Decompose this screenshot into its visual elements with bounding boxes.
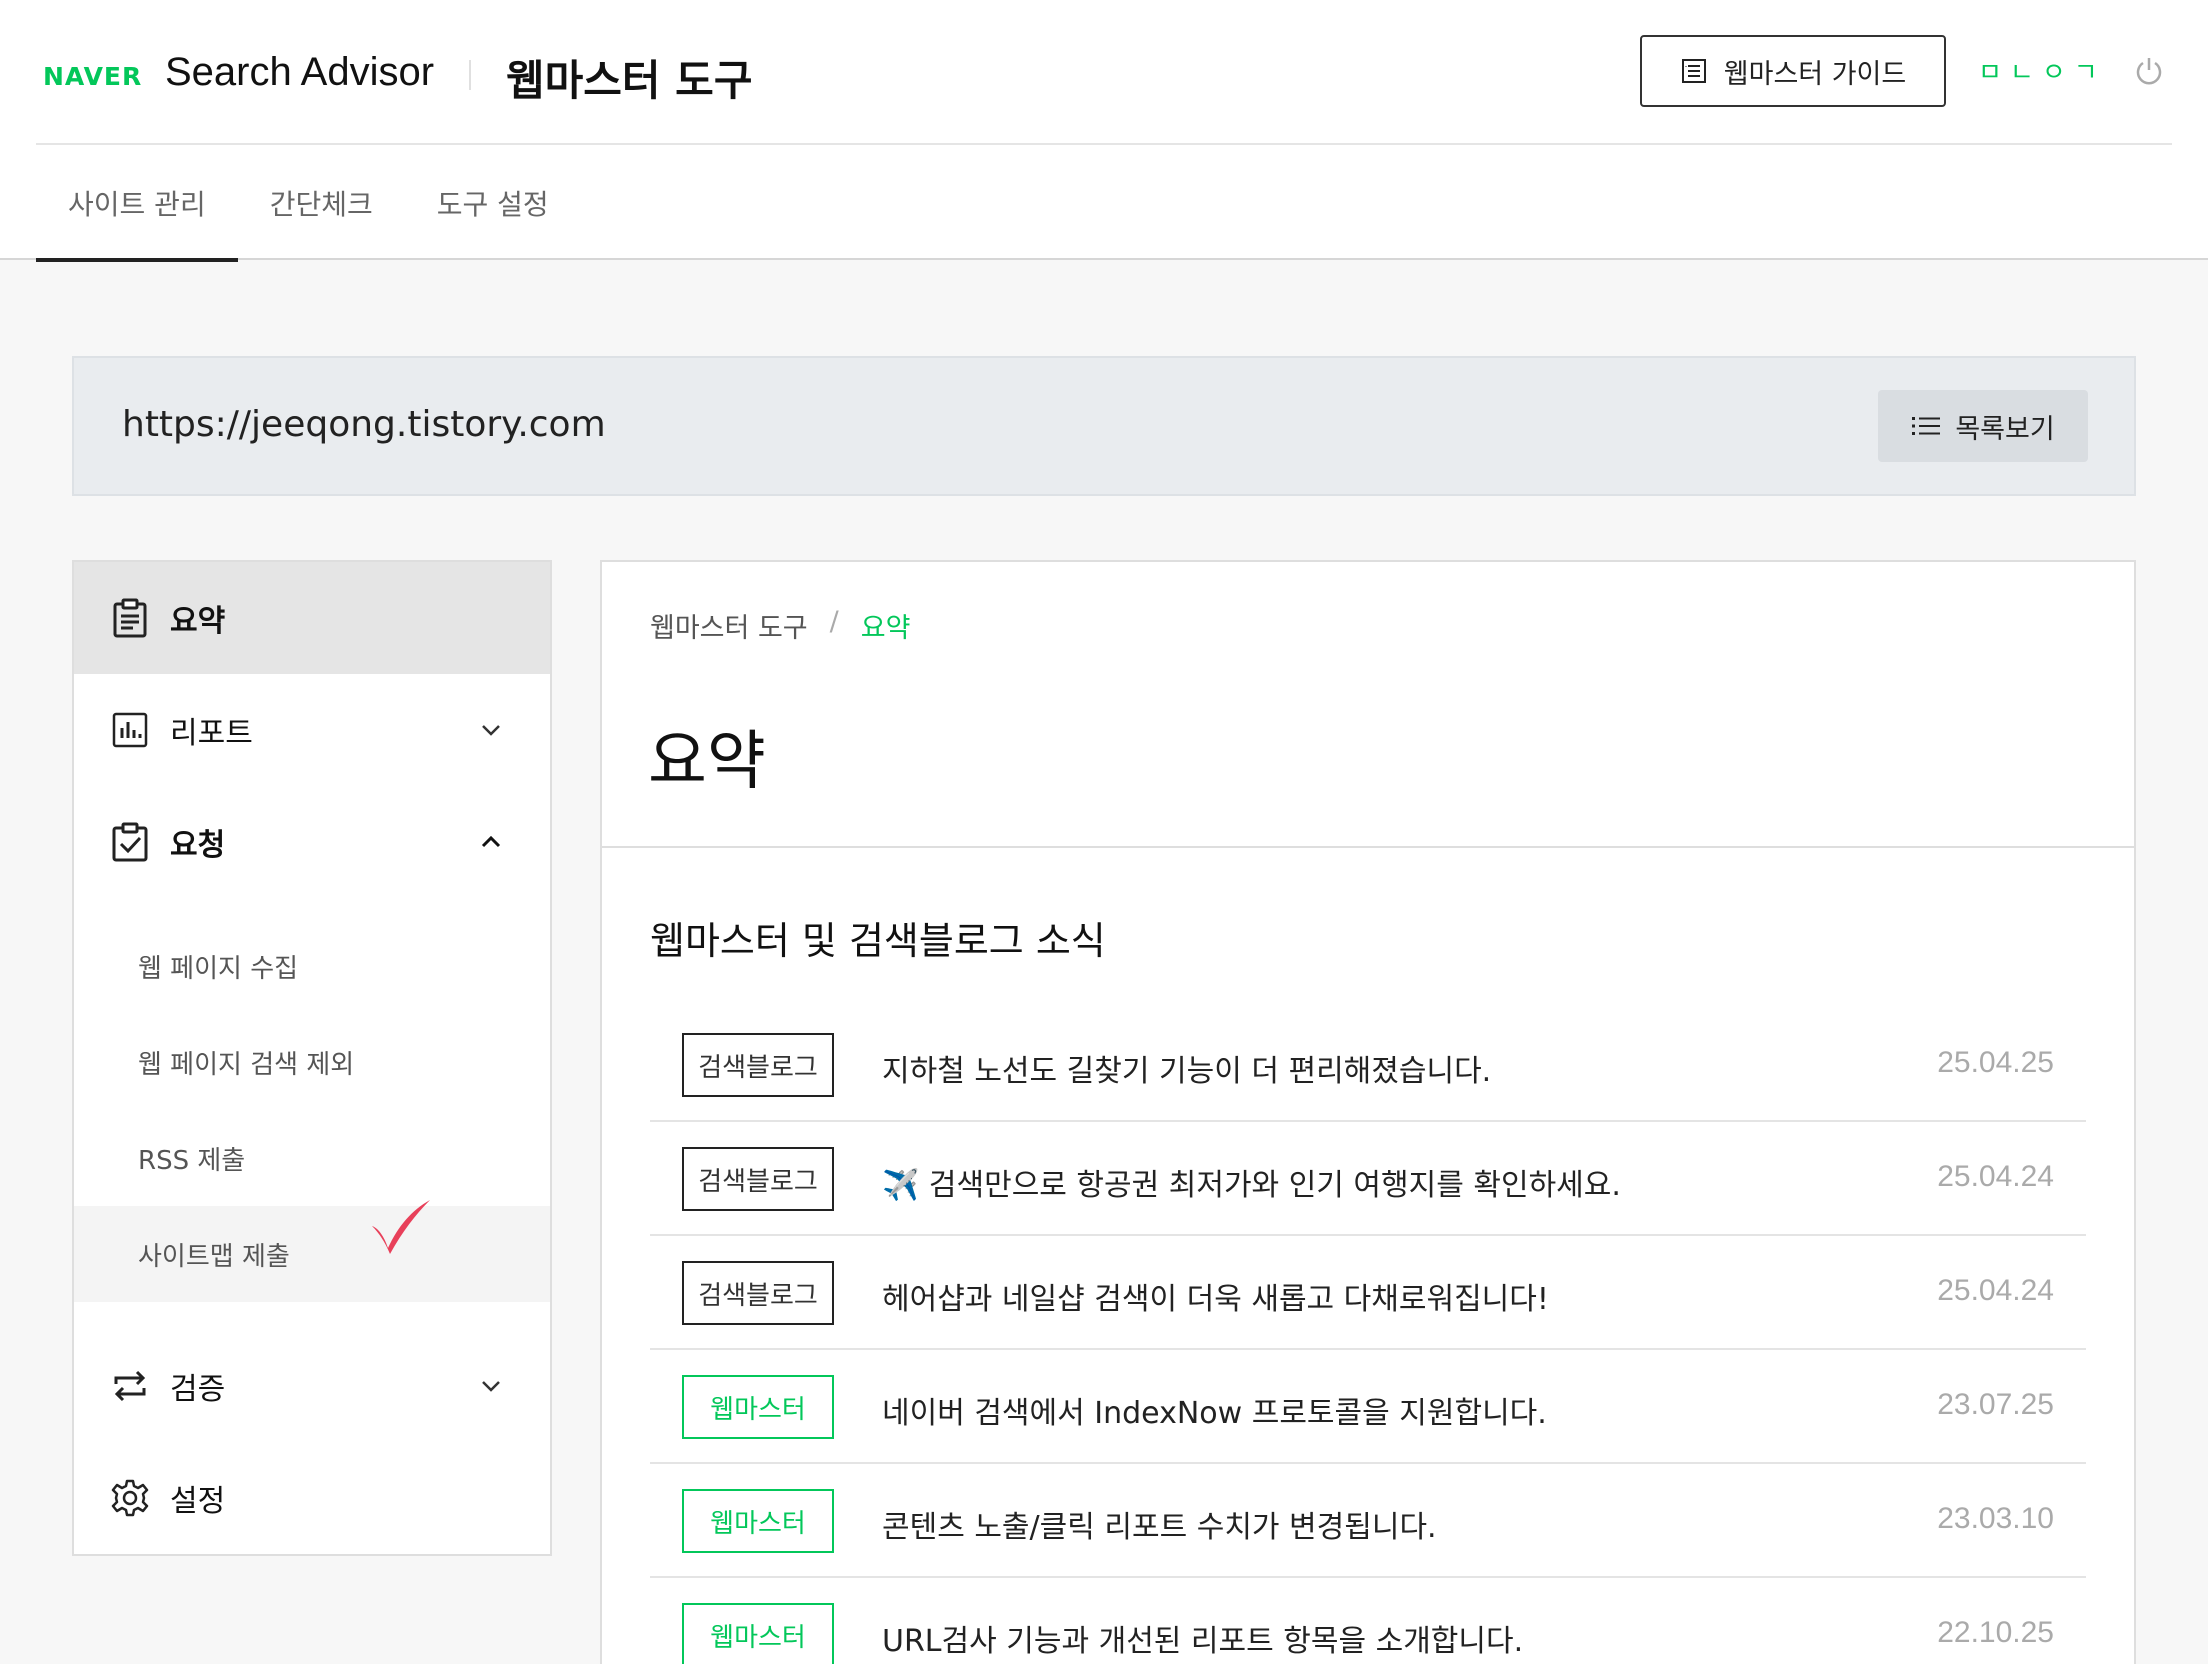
sidebar-item-report[interactable]: 리포트 <box>74 674 550 786</box>
breadcrumb: 웹마스터 도구 / 요약 <box>650 606 910 645</box>
list-icon <box>1912 417 1941 435</box>
news-date: 25.04.25 <box>1937 1046 2054 1079</box>
news-date: 23.07.25 <box>1937 1388 2054 1421</box>
sub-item-web-page-exclude[interactable]: 웹 페이지 검색 제외 <box>74 1014 550 1110</box>
chevron-down-icon[interactable] <box>478 1373 504 1399</box>
news-date: 25.04.24 <box>1937 1160 2054 1193</box>
title-divider <box>469 60 471 90</box>
news-tag: 검색블로그 <box>682 1033 834 1097</box>
gear-icon <box>111 1479 149 1517</box>
news-title[interactable]: 콘텐츠 노출/클릭 리포트 수치가 변경됩니다. <box>882 1502 1437 1546</box>
red-check-annotation-icon <box>372 1200 430 1254</box>
sidebar-item-summary[interactable]: 요약 <box>74 562 550 674</box>
chevron-down-icon[interactable] <box>478 717 504 743</box>
news-row[interactable]: 검색블로그 헤어샵과 네일샵 검색이 더욱 새롭고 다채로워집니다! 25.04… <box>650 1236 2086 1350</box>
news-row[interactable]: 검색블로그 지하철 노선도 길찾기 기능이 더 편리해졌습니다. 25.04.2… <box>650 1008 2086 1122</box>
sidebar-label-summary: 요약 <box>170 604 226 639</box>
news-tag: 웹마스터 <box>682 1603 834 1664</box>
sub-item-web-page-collect[interactable]: 웹 페이지 수집 <box>74 918 550 1014</box>
clipboard-icon <box>113 598 147 638</box>
repeat-arrows-icon <box>114 1370 146 1402</box>
site-url: https://jeeqong.tistory.com <box>122 404 606 445</box>
guide-button-label: 웹마스터 가이드 <box>1723 58 1907 90</box>
news-date: 25.04.24 <box>1937 1274 2054 1307</box>
breadcrumb-separator: / <box>829 606 839 637</box>
sidebar-label-report: 리포트 <box>170 716 253 751</box>
clipboard-check-icon <box>112 822 148 862</box>
guide-book-icon <box>1681 59 1706 83</box>
news-row[interactable]: 웹마스터 네이버 검색에서 IndexNow 프로토콜을 지원합니다. 23.0… <box>650 1350 2086 1464</box>
section-title: 웹마스터 및 검색블로그 소식 <box>650 919 1106 963</box>
header: NAVER Search Advisor 웹마스터 도구 웹마스터 가이드 ㅁㄴ… <box>0 0 2208 262</box>
top-bar: NAVER Search Advisor 웹마스터 도구 웹마스터 가이드 ㅁㄴ… <box>36 0 2172 145</box>
bar-chart-icon <box>112 712 148 748</box>
list-view-button[interactable]: 목록보기 <box>1878 390 2088 462</box>
naver-logo[interactable]: NAVER <box>43 62 142 91</box>
breadcrumb-root[interactable]: 웹마스터 도구 <box>650 606 808 645</box>
user-login[interactable]: ㅁㄴㅇㄱ <box>1978 52 2106 89</box>
sidebar-label-verify: 검증 <box>170 1372 226 1407</box>
main-content: 웹마스터 도구 / 요약 요약 웹마스터 및 검색블로그 소식 검색블로그 지하… <box>600 560 2136 1664</box>
news-row[interactable]: 검색블로그 ✈️ 검색만으로 항공권 최저가와 인기 여행지를 확인하세요. 2… <box>650 1122 2086 1236</box>
news-tag: 검색블로그 <box>682 1147 834 1211</box>
chevron-up-icon[interactable] <box>478 829 504 855</box>
page-title: 요약 <box>648 725 766 799</box>
news-title[interactable]: 지하철 노선도 길찾기 기능이 더 편리해졌습니다. <box>882 1046 1491 1090</box>
news-tag: 웹마스터 <box>682 1489 834 1553</box>
sidebar-item-settings[interactable]: 설정 <box>74 1442 550 1554</box>
breadcrumb-current: 요약 <box>860 613 911 644</box>
news-row[interactable]: 웹마스터 콘텐츠 노출/클릭 리포트 수치가 변경됩니다. 23.03.10 <box>650 1464 2086 1578</box>
list-button-label: 목록보기 <box>1955 413 2055 445</box>
news-title[interactable]: 헤어샵과 네일샵 검색이 더욱 새롭고 다채로워집니다! <box>882 1274 1549 1318</box>
sidebar-item-request[interactable]: 요청 <box>74 786 550 898</box>
sub-item-rss-submit[interactable]: RSS 제출 <box>74 1110 550 1206</box>
tab-site-management[interactable]: 사이트 관리 <box>36 145 238 262</box>
news-row[interactable]: 웹마스터 URL검사 기능과 개선된 리포트 항목을 소개합니다. 22.10.… <box>650 1578 2086 1664</box>
sub-item-sitemap-submit[interactable]: 사이트맵 제출 <box>74 1206 550 1302</box>
tab-quick-check[interactable]: 간단체크 <box>238 145 405 260</box>
content-divider <box>602 846 2134 848</box>
webmaster-guide-button[interactable]: 웹마스터 가이드 <box>1640 35 1946 107</box>
sidebar: 요약 리포트 요청 웹 페이지 수집 웹 페이지 검색 제외 RSS 제출 사이… <box>72 560 552 1556</box>
sidebar-item-verify[interactable]: 검증 <box>74 1330 550 1442</box>
sidebar-label-request: 요청 <box>170 828 226 863</box>
news-title[interactable]: URL검사 기능과 개선된 리포트 항목을 소개합니다. <box>882 1616 1523 1660</box>
news-tag: 웹마스터 <box>682 1375 834 1439</box>
site-url-bar: https://jeeqong.tistory.com 목록보기 <box>72 356 2136 496</box>
news-date: 22.10.25 <box>1937 1616 2054 1649</box>
tool-title[interactable]: 웹마스터 도구 <box>506 47 752 108</box>
news-title[interactable]: ✈️ 검색만으로 항공권 최저가와 인기 여행지를 확인하세요. <box>882 1160 1621 1204</box>
tab-tool-settings[interactable]: 도구 설정 <box>405 145 581 260</box>
news-tag: 검색블로그 <box>682 1261 834 1325</box>
power-icon[interactable] <box>2134 56 2164 86</box>
news-date: 23.03.10 <box>1937 1502 2054 1535</box>
main-tabs: 사이트 관리 간단체크 도구 설정 <box>36 145 581 262</box>
news-title[interactable]: 네이버 검색에서 IndexNow 프로토콜을 지원합니다. <box>882 1388 1547 1432</box>
app-title[interactable]: Search Advisor <box>165 50 434 95</box>
sidebar-label-settings: 설정 <box>170 1484 226 1519</box>
